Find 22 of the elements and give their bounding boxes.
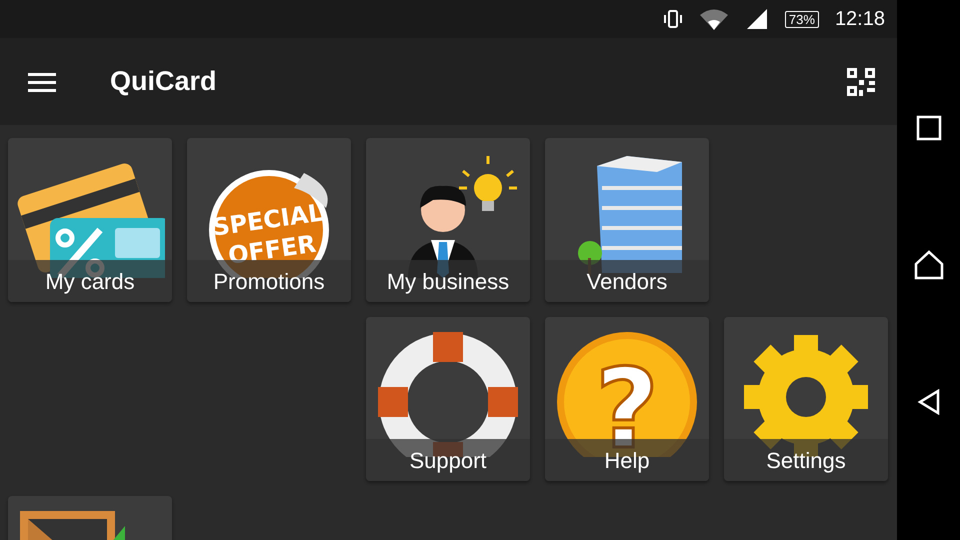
menu-tile[interactable]: My business <box>366 138 530 302</box>
recents-icon[interactable] <box>916 114 942 141</box>
signal-icon <box>744 8 769 30</box>
menu-tile[interactable]: My cards <box>8 138 172 302</box>
menu-tile[interactable]: Settings <box>724 317 888 481</box>
tile-label: My cards <box>8 260 172 302</box>
tile-label: Support <box>366 439 530 481</box>
back-icon[interactable] <box>916 389 940 416</box>
tile-label: Vendors <box>545 260 709 302</box>
menu-tile[interactable]: SPECIAL OFFER Promotions <box>187 138 351 302</box>
menu-icon[interactable] <box>28 72 56 92</box>
vibrate-icon <box>662 9 683 29</box>
battery-indicator: 73% <box>784 10 819 28</box>
menu-tile[interactable]: Vendors <box>545 138 709 302</box>
wifi-icon <box>698 8 729 30</box>
app-title: QuiCard <box>110 66 218 97</box>
tile-label: Settings <box>724 439 888 481</box>
home-icon[interactable] <box>914 250 944 280</box>
qr-code-icon[interactable] <box>847 68 875 96</box>
menu-tile[interactable]: Support <box>366 317 530 481</box>
clock: 12:18 <box>834 8 885 30</box>
tile-label: My business <box>366 260 530 302</box>
